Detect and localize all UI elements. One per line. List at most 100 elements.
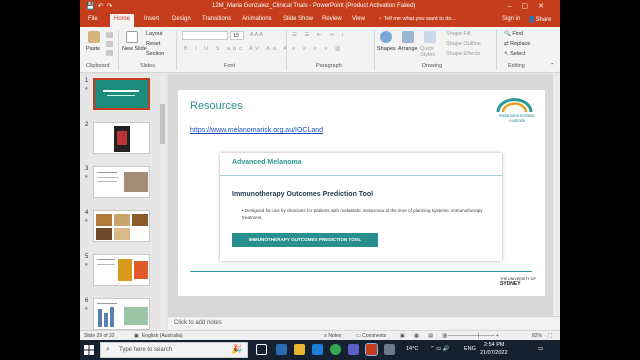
scrollbar-thumb[interactable] [160,104,165,144]
teams-icon[interactable] [348,344,359,355]
font-size-box[interactable]: 15 [230,31,244,40]
shapes-label[interactable]: Shapes [377,46,396,52]
font-size-value: 15 [233,33,240,39]
slide-thumbnail-2[interactable] [93,122,150,154]
fit-slide-icon[interactable]: ⛶ [548,333,552,339]
taskbar-search[interactable]: ⌕ Type here to search 🎉 [100,342,248,358]
notes-placeholder: Click to add notes [174,320,222,326]
clock-time[interactable]: 2:54 PM [484,342,504,348]
thumb-number: 5 [85,254,89,260]
new-slide-label[interactable]: New Slide [122,46,147,52]
group-paragraph-label: Paragraph [316,63,342,69]
notification-icon[interactable]: ▭ [538,346,543,352]
file-explorer-icon[interactable] [294,344,305,355]
slide-thumbnail-6[interactable] [93,298,150,330]
slide-thumbnail-3[interactable] [93,166,150,198]
tab-view[interactable]: View [352,16,365,22]
new-slide-icon[interactable] [126,31,138,43]
group-font-label: Font [224,63,236,69]
shape-effects-button[interactable]: Shape Effects [446,51,480,57]
sign-in-link[interactable]: Sign in [502,16,520,22]
slide-scrollbar[interactable] [553,74,560,316]
format-painter-icon[interactable] [106,50,113,56]
paste-label[interactable]: Paste [86,46,100,52]
comments-toggle[interactable]: ▭ Comments [356,333,386,339]
slide-link[interactable]: https://www.melanomarisk.org.au/IOCLand [190,127,323,134]
tab-review[interactable]: Review [322,16,342,22]
list-icons[interactable]: ☰ ☰ ⇤ ⇥ ↕ [292,32,347,38]
thumb-image [134,261,148,279]
tab-transitions[interactable]: Transitions [202,16,231,22]
zoom-level[interactable]: 82% [532,333,542,339]
notes-toggle[interactable]: ≡ Notes [324,333,341,339]
edge-taskbar-icon[interactable] [276,344,287,355]
window-controls[interactable]: –▢✕ [508,2,554,10]
tab-slide-show[interactable]: Slide Show [283,16,313,22]
input-language[interactable]: ENG [464,346,476,352]
font-format-icons[interactable]: B I U S abc AV Aa A [184,46,290,52]
notes-pane[interactable]: Click to add notes [168,316,560,330]
shapes-icon[interactable] [380,31,392,43]
tab-insert[interactable]: Insert [144,16,159,22]
layout-button[interactable]: Layout [146,31,163,37]
paste-icon[interactable] [88,31,100,43]
thumb-number: 4 [85,210,89,216]
university-logo: THE UNIVERSITY OF SYDNEY [500,277,536,287]
transition-star-icon: ★ [84,86,89,92]
thumb-image [96,214,112,226]
app-taskbar-icon[interactable] [384,344,395,355]
tab-design[interactable]: Design [172,16,191,22]
font-grow-shrink-icons[interactable]: A A A [250,32,263,38]
slide-thumbnail-5[interactable] [93,254,150,286]
slide-thumbnail-1[interactable] [93,78,150,110]
quick-styles-label[interactable]: Quick Styles [420,46,442,58]
transition-star-icon: ★ [84,218,89,224]
tell-me-box[interactable]: ♀ Tell me what you want to do... [378,16,456,22]
quick-access-icons[interactable]: 💾↶↷ [86,2,115,10]
tab-home[interactable]: Home [110,14,135,27]
select-button[interactable]: ↖ Select [504,51,525,57]
task-view-icon[interactable] [256,344,267,355]
shape-fill-button[interactable]: Shape Fill [446,31,470,37]
copy-icon[interactable] [106,41,113,47]
tab-animations[interactable]: Animations [242,16,272,22]
thumbnail-scrollbar[interactable] [160,74,165,330]
chrome-icon[interactable] [330,344,341,355]
thumb-line [97,177,119,178]
shape-outline-button[interactable]: Shape Outline [446,41,481,47]
zoom-slider[interactable]: − ────────┼──── + [444,333,499,339]
proofing-icon[interactable]: ▣ [134,333,139,339]
arrange-icon[interactable] [402,31,414,43]
transition-star-icon: ★ [84,174,89,180]
mail-icon[interactable] [312,344,323,355]
align-icons[interactable]: ≡ ≡ ≡ ≡ ▥ [292,46,343,52]
thumb-number: 2 [85,122,89,128]
tray-icons[interactable]: ⌃ ▭ 🔊 [430,346,450,352]
collapse-ribbon-icon[interactable]: ⌃ [550,63,555,69]
share-button[interactable]: 👤Share [528,16,552,23]
weather-temperature[interactable]: 14°C [406,346,418,352]
reset-button[interactable]: Reset [146,41,160,47]
language-status[interactable]: English (Australia) [142,333,183,339]
thumb-image [114,228,130,240]
arrange-label[interactable]: Arrange [398,46,418,52]
title-bar: 💾↶↷ 12M_Maria Gonzalez_Clinical Trials -… [80,0,560,14]
cut-icon[interactable] [106,32,113,38]
font-name-box[interactable] [182,31,228,40]
card-bullet-text: Designed for use by clinicians for patie… [242,208,483,221]
find-button[interactable]: 🔍 Find [504,31,523,37]
section-button[interactable]: Section [146,51,164,57]
slide-thumbnail-4[interactable] [93,210,150,242]
clock-date[interactable]: 21/07/2022 [480,350,508,356]
slide-canvas[interactable]: Resources https://www.melanomarisk.org.a… [178,90,545,296]
windows-start-icon[interactable] [84,345,94,355]
powerpoint-taskbar-icon[interactable] [365,343,378,356]
notes-toggle-label: Notes [328,333,342,339]
slide-title[interactable]: Resources [190,100,243,112]
ribbon: Paste Clipboard New Slide Layout Reset S… [80,27,560,73]
quick-styles-icon[interactable] [424,31,436,43]
tab-file[interactable]: File [88,16,98,22]
replace-button[interactable]: ⇄ Replace [504,41,530,47]
tell-me-text: Tell me what you want to do... [383,16,457,22]
thumb-line [97,172,117,173]
